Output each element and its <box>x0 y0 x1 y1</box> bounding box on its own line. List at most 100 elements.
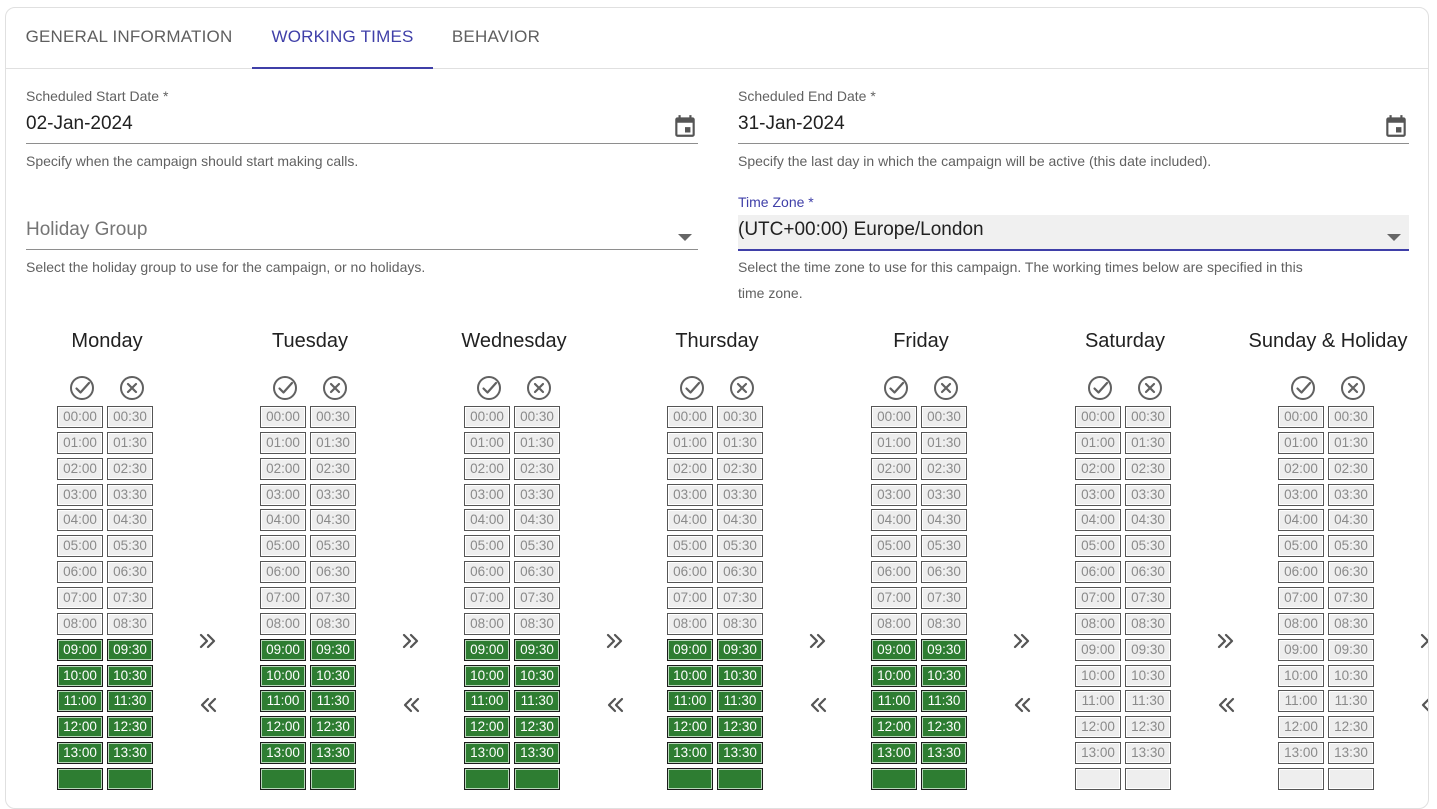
time-slot[interactable]: 03:30 <box>514 483 560 506</box>
time-slot[interactable]: 08:00 <box>1075 612 1121 635</box>
cancel-circle-icon[interactable] <box>118 374 146 402</box>
time-slot[interactable]: 06:00 <box>667 561 713 584</box>
time-slot[interactable] <box>1075 767 1121 790</box>
check-circle-icon[interactable] <box>1289 374 1317 402</box>
time-slot[interactable]: 01:00 <box>1075 431 1121 454</box>
time-slot[interactable]: 08:30 <box>921 612 967 635</box>
time-slot[interactable]: 13:00 <box>1278 742 1324 765</box>
time-slot[interactable]: 04:30 <box>1125 509 1171 532</box>
time-slot[interactable]: 01:00 <box>464 431 510 454</box>
time-slot[interactable]: 00:00 <box>667 406 713 428</box>
time-slot[interactable]: 03:30 <box>1125 483 1171 506</box>
time-slot[interactable]: 02:00 <box>260 457 306 480</box>
time-slot[interactable]: 05:00 <box>1278 535 1324 558</box>
double-chevron-right-icon[interactable] <box>398 628 424 654</box>
time-slot[interactable]: 11:00 <box>1278 690 1324 713</box>
time-slot[interactable]: 02:30 <box>514 457 560 480</box>
time-slot[interactable]: 00:00 <box>57 406 103 428</box>
time-slot[interactable]: 11:30 <box>107 690 153 713</box>
time-slot[interactable]: 04:00 <box>260 509 306 532</box>
time-slot[interactable]: 04:00 <box>1075 509 1121 532</box>
time-slot[interactable]: 02:30 <box>921 457 967 480</box>
time-slot[interactable]: 01:00 <box>1278 431 1324 454</box>
time-slot[interactable]: 09:30 <box>717 638 763 661</box>
time-slot[interactable]: 05:30 <box>1125 535 1171 558</box>
time-slot[interactable]: 02:30 <box>1328 457 1374 480</box>
time-slot[interactable]: 08:00 <box>667 612 713 635</box>
time-slot[interactable]: 01:00 <box>57 431 103 454</box>
time-slot[interactable]: 00:00 <box>464 406 510 428</box>
time-slot[interactable]: 05:30 <box>514 535 560 558</box>
time-slot[interactable]: 09:30 <box>107 638 153 661</box>
time-slot[interactable]: 06:30 <box>310 561 356 584</box>
time-slot[interactable]: 00:30 <box>1125 406 1171 428</box>
time-slot[interactable]: 10:30 <box>107 664 153 687</box>
time-slot[interactable]: 05:30 <box>107 535 153 558</box>
time-slot[interactable]: 02:00 <box>1278 457 1324 480</box>
time-slot[interactable]: 06:00 <box>57 561 103 584</box>
time-slot[interactable]: 10:00 <box>260 664 306 687</box>
time-slot[interactable]: 12:30 <box>107 716 153 739</box>
time-slot[interactable]: 08:30 <box>310 612 356 635</box>
time-slot[interactable]: 09:00 <box>464 638 510 661</box>
time-slot[interactable]: 11:30 <box>1125 690 1171 713</box>
time-slot[interactable]: 09:00 <box>871 638 917 661</box>
double-chevron-left-icon[interactable] <box>398 692 424 718</box>
time-slot[interactable]: 13:00 <box>871 742 917 765</box>
time-slot[interactable]: 02:00 <box>667 457 713 480</box>
holiday-group-select[interactable]: Holiday Group Select the holiday group t… <box>26 203 698 293</box>
time-slot[interactable]: 12:00 <box>1278 716 1324 739</box>
time-slot[interactable]: 09:30 <box>1328 638 1374 661</box>
time-slot[interactable]: 09:00 <box>667 638 713 661</box>
time-slot[interactable]: 02:30 <box>310 457 356 480</box>
time-slot[interactable]: 09:00 <box>1075 638 1121 661</box>
time-slot[interactable]: 07:00 <box>1278 586 1324 609</box>
time-slot[interactable]: 05:00 <box>871 535 917 558</box>
time-slot[interactable]: 02:00 <box>464 457 510 480</box>
time-slot[interactable]: 07:00 <box>667 586 713 609</box>
time-slot[interactable]: 08:00 <box>260 612 306 635</box>
time-slot[interactable]: 13:30 <box>1125 742 1171 765</box>
time-slot[interactable]: 00:00 <box>1075 406 1121 428</box>
time-slot[interactable]: 03:00 <box>464 483 510 506</box>
double-chevron-left-icon[interactable] <box>602 692 628 718</box>
double-chevron-right-icon[interactable] <box>602 628 628 654</box>
time-slot[interactable]: 04:00 <box>464 509 510 532</box>
time-slot[interactable]: 09:00 <box>57 638 103 661</box>
double-chevron-left-icon[interactable] <box>195 692 221 718</box>
time-slot[interactable]: 07:30 <box>514 586 560 609</box>
time-slot[interactable]: 10:00 <box>1278 664 1324 687</box>
time-slot[interactable]: 03:30 <box>1328 483 1374 506</box>
time-slot[interactable]: 03:00 <box>871 483 917 506</box>
cancel-circle-icon[interactable] <box>728 374 756 402</box>
time-slot[interactable]: 00:30 <box>107 406 153 428</box>
time-slot[interactable]: 05:00 <box>260 535 306 558</box>
time-slot[interactable]: 05:00 <box>57 535 103 558</box>
time-slot[interactable]: 07:30 <box>921 586 967 609</box>
time-slot[interactable]: 07:00 <box>1075 586 1121 609</box>
double-chevron-right-icon[interactable] <box>1213 628 1239 654</box>
time-slot[interactable]: 09:30 <box>310 638 356 661</box>
time-slot[interactable]: 10:30 <box>514 664 560 687</box>
time-slot[interactable]: 01:00 <box>667 431 713 454</box>
time-slot[interactable]: 01:00 <box>871 431 917 454</box>
time-slot[interactable]: 01:30 <box>107 431 153 454</box>
time-slot[interactable]: 03:30 <box>107 483 153 506</box>
time-slot[interactable]: 00:30 <box>310 406 356 428</box>
time-slot[interactable]: 08:00 <box>1278 612 1324 635</box>
time-slot[interactable] <box>921 767 967 790</box>
time-slot[interactable]: 07:00 <box>464 586 510 609</box>
start-date-value[interactable]: 02-Jan-2024 <box>26 113 133 135</box>
time-slot[interactable]: 04:00 <box>57 509 103 532</box>
time-slot[interactable]: 01:30 <box>514 431 560 454</box>
time-slot[interactable]: 00:30 <box>514 406 560 428</box>
time-slot[interactable]: 06:30 <box>1125 561 1171 584</box>
time-slot[interactable]: 04:30 <box>717 509 763 532</box>
time-slot[interactable]: 08:00 <box>871 612 917 635</box>
time-slot[interactable]: 06:30 <box>107 561 153 584</box>
time-slot[interactable]: 05:30 <box>717 535 763 558</box>
time-slot[interactable]: 10:00 <box>1075 664 1121 687</box>
time-slot[interactable]: 12:00 <box>1075 716 1121 739</box>
time-slot[interactable]: 00:00 <box>871 406 917 428</box>
time-slot[interactable]: 03:30 <box>921 483 967 506</box>
